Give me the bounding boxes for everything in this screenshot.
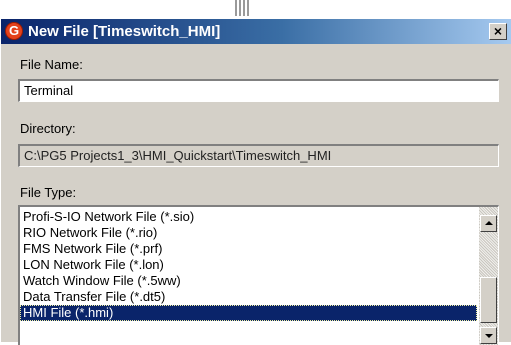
close-button[interactable]: ×: [489, 23, 507, 40]
file-type-label: File Type:: [20, 185, 77, 200]
list-item[interactable]: Watch Window File (*.5ww): [20, 273, 477, 289]
arrow-down-icon: [485, 334, 493, 338]
list-item[interactable]: RIO Network File (*.rio): [20, 225, 477, 241]
list-item-selected[interactable]: HMI File (*.hmi): [20, 305, 477, 321]
file-name-input[interactable]: Terminal: [18, 79, 499, 102]
dialog-title: New File [Timeswitch_HMI]: [28, 23, 221, 40]
splitter-grip-icon[interactable]: [233, 0, 251, 18]
file-name-label: File Name:: [20, 57, 83, 72]
new-file-dialog: G New File [Timeswitch_HMI] × File Name:…: [0, 18, 511, 345]
scroll-thumb[interactable]: [480, 277, 497, 323]
list-item[interactable]: LON Network File (*.lon): [20, 257, 477, 273]
vertical-scrollbar[interactable]: [479, 207, 498, 345]
file-type-items: Profi-S-IO Network File (*.sio) RIO Netw…: [20, 209, 477, 321]
list-item[interactable]: FMS Network File (*.prf): [20, 241, 477, 257]
list-item[interactable]: Profi-S-IO Network File (*.sio): [20, 209, 477, 225]
list-item[interactable]: Data Transfer File (*.dt5): [20, 289, 477, 305]
app-logo-icon: G: [5, 22, 23, 40]
background-strip: [0, 0, 511, 18]
directory-field: C:\PG5 Projects1_3\HMI_Quickstart\Timesw…: [18, 144, 499, 167]
file-type-list[interactable]: Profi-S-IO Network File (*.sio) RIO Netw…: [18, 205, 499, 345]
directory-label: Directory:: [20, 121, 76, 136]
scroll-down-button[interactable]: [480, 327, 497, 344]
arrow-up-icon: [485, 221, 493, 225]
scroll-up-button[interactable]: [480, 215, 497, 232]
title-bar[interactable]: G New File [Timeswitch_HMI] ×: [1, 19, 511, 44]
